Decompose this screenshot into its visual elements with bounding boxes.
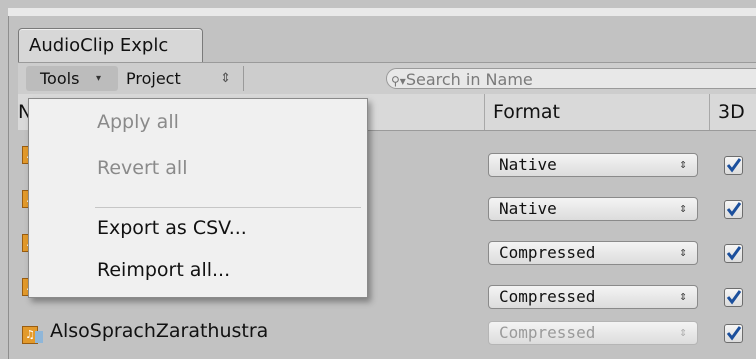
search-input[interactable]: ⚲▾Search in Name [386, 68, 756, 89]
3d-checkbox[interactable] [724, 288, 743, 307]
format-dropdown[interactable]: Compressed ⇕ [488, 321, 698, 345]
column-header-name[interactable]: N [18, 94, 32, 130]
format-value: Compressed [499, 287, 596, 306]
menu-item-export-csv[interactable]: Export as CSV... [97, 217, 247, 239]
chevron-down-icon: ▾ [96, 73, 102, 84]
audio-clip-icon: ♫ [22, 326, 43, 344]
column-header-3d[interactable]: 3D [709, 94, 756, 130]
format-value: Native [499, 155, 557, 174]
toolbar: Tools ▾ Project ⇕ ⚲▾Search in Name [18, 62, 756, 96]
tools-label: Tools [40, 69, 80, 88]
updown-arrows-icon: ⇕ [679, 201, 687, 216]
column-header-format[interactable]: Format [484, 94, 709, 130]
window-tab[interactable]: AudioClip Explc [18, 28, 203, 63]
tools-menu: Apply all Revert all Export as CSV... Re… [28, 98, 368, 298]
window-top-border [8, 8, 756, 16]
checkmark-icon [726, 290, 742, 305]
format-dropdown[interactable]: Compressed ⇕ [488, 285, 698, 309]
search-icon[interactable]: ⚲▾ [391, 74, 406, 88]
project-label: Project [126, 69, 181, 88]
tools-dropdown-button[interactable]: Tools ▾ [26, 66, 118, 91]
menu-separator [95, 207, 361, 208]
project-dropdown[interactable]: Project ⇕ [118, 66, 244, 91]
clip-name: AlsoSprachZarathustra [50, 320, 269, 342]
updown-arrows-icon: ⇕ [679, 245, 687, 260]
format-value: Native [499, 199, 557, 218]
3d-checkbox[interactable] [724, 244, 743, 263]
menu-item-revert-all: Revert all [97, 157, 188, 179]
checkmark-icon [726, 246, 742, 261]
table-row[interactable]: ♫ AlsoSprachZarathustra Compressed ⇕ [18, 312, 756, 356]
checkmark-icon [726, 158, 742, 173]
updown-arrows-icon: ⇕ [220, 71, 231, 86]
format-dropdown[interactable]: Compressed ⇕ [488, 241, 698, 265]
updown-arrows-icon: ⇕ [679, 157, 687, 172]
search-placeholder: Search in Name [405, 70, 533, 89]
updown-arrows-icon: ⇕ [679, 289, 687, 304]
format-dropdown[interactable]: Native ⇕ [488, 197, 698, 221]
3d-checkbox[interactable] [724, 156, 743, 175]
menu-item-apply-all: Apply all [97, 111, 179, 133]
3d-checkbox[interactable] [724, 200, 743, 219]
menu-item-reimport-all[interactable]: Reimport all... [97, 259, 230, 281]
window-tab-title: AudioClip Explc [29, 35, 169, 56]
updown-arrows-icon: ⇕ [679, 325, 687, 340]
format-value: Compressed [499, 323, 596, 342]
checkmark-icon [726, 326, 742, 341]
checkmark-icon [726, 202, 742, 217]
format-value: Compressed [499, 243, 596, 262]
3d-checkbox[interactable] [724, 324, 743, 343]
format-dropdown[interactable]: Native ⇕ [488, 153, 698, 177]
